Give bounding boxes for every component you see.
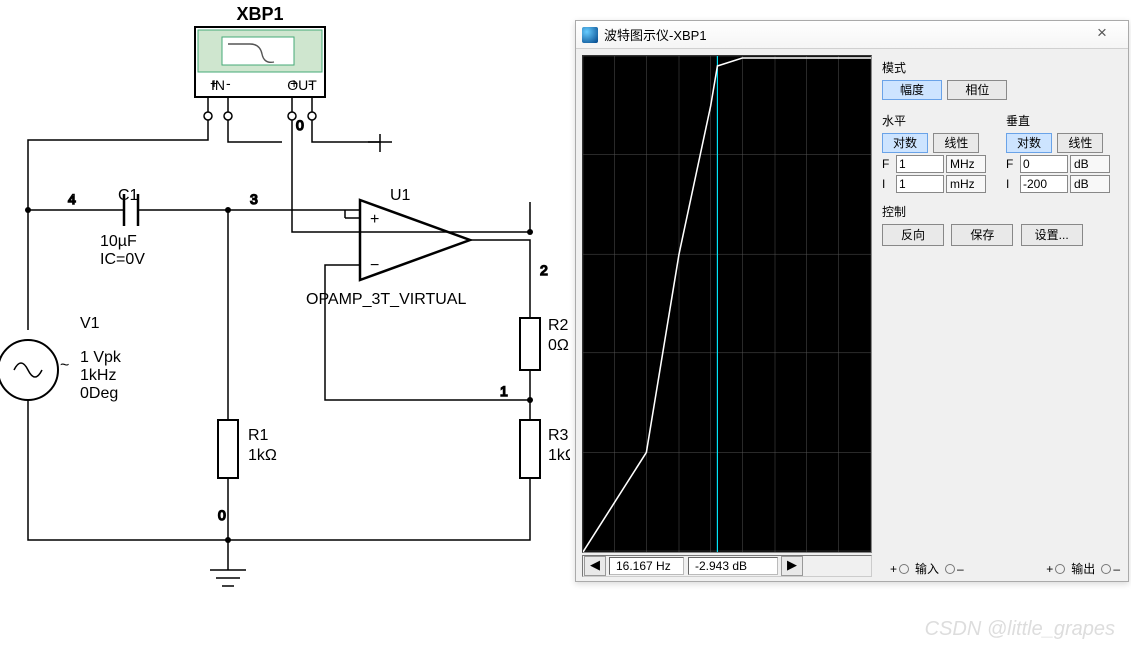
cursor-gain: -2.943 dB [688,557,778,575]
out-label: 输出 [1071,560,1095,577]
mode-magnitude-button[interactable]: 幅度 [882,80,942,100]
svg-text:3: 3 [250,191,258,207]
cursor-right-button[interactable]: ▶ [781,556,803,576]
r1-resistor[interactable]: R1 1kΩ [218,420,277,478]
in-plus-terminal[interactable] [899,564,909,574]
svg-text:0: 0 [218,507,226,523]
out-minus-terminal[interactable] [1101,564,1111,574]
bode-titlebar[interactable]: 波特图示仪-XBP1 × [576,21,1128,49]
xbp1-instrument[interactable]: XBP1 IN OUT +- +- [195,4,325,120]
r3-name: R3 [548,427,569,444]
r3-value: 1kΩ [548,447,570,464]
svg-text:~: ~ [60,357,69,374]
watermark: CSDN @little_grapes [925,618,1115,641]
bode-window: 波特图示仪-XBP1 × [575,20,1129,582]
r2-value: 0Ω [548,337,569,354]
v1-name: V1 [80,315,100,332]
v1-line1: 1 Vpk [80,349,122,366]
r2-name: R2 [548,317,569,334]
v-i-unit[interactable]: dB [1070,175,1110,193]
bode-readout: ◀ 16.167 Hz -2.943 dB ▶ [582,555,872,577]
h-f-input[interactable] [896,155,944,173]
svg-text:4: 4 [68,191,76,207]
bode-plot[interactable] [582,55,872,553]
r2-resistor[interactable]: R2 0Ω [520,317,569,370]
svg-text:+: + [210,75,218,91]
settings-button[interactable]: 设置... [1021,224,1083,246]
c1-ic: IC=0V [100,251,145,268]
in-label: 输入 [915,560,939,577]
bode-title: 波特图示仪-XBP1 [604,25,1082,44]
bode-trace [583,58,871,552]
svg-text:−: − [370,257,379,274]
v-i-input[interactable] [1020,175,1068,193]
mode-label: 模式 [882,59,1120,76]
svg-text:-: - [308,75,313,91]
c1-value: 10µF [100,233,137,250]
svg-text:+: + [290,75,298,91]
reverse-button[interactable]: 反向 [882,224,944,246]
schematic-canvas: XBP1 IN OUT +- +- 0 4 [0,0,570,620]
v-i-label: I [1006,177,1020,191]
cursor-left-button[interactable]: ◀ [584,556,606,576]
svg-text:+: + [370,211,379,228]
r3-resistor[interactable]: R3 1kΩ [520,420,570,478]
u1-model: OPAMP_3T_VIRTUAL [306,291,466,308]
v-f-input[interactable] [1020,155,1068,173]
v-f-unit[interactable]: dB [1070,155,1110,173]
v-lin-button[interactable]: 线性 [1057,133,1103,153]
h-f-unit[interactable]: MHz [946,155,986,173]
mode-phase-button[interactable]: 相位 [947,80,1007,100]
c1-capacitor[interactable]: C1 10µF IC=0V [100,187,154,268]
h-lin-button[interactable]: 线性 [933,133,979,153]
svg-text:2: 2 [540,262,548,278]
close-icon[interactable]: × [1082,23,1122,47]
in-minus-terminal[interactable] [945,564,955,574]
out-plus-terminal[interactable] [1055,564,1065,574]
svg-text:1: 1 [500,383,508,399]
horizontal-label: 水平 [882,112,996,129]
save-button[interactable]: 保存 [951,224,1013,246]
u1-name: U1 [390,187,411,204]
v-f-label: F [1006,157,1020,171]
v1-line3: 0Deg [80,385,118,402]
r1-name: R1 [248,427,269,444]
io-row: + 输入 – + 输出 – [890,560,1120,577]
u1-opamp[interactable]: + − U1 OPAMP_3T_VIRTUAL [306,187,470,308]
app-icon [582,27,598,43]
h-f-label: F [882,157,896,171]
h-i-unit[interactable]: mHz [946,175,986,193]
h-log-button[interactable]: 对数 [882,133,928,153]
v1-line2: 1kHz [80,367,116,384]
ground-symbol [210,540,246,586]
v-log-button[interactable]: 对数 [1006,133,1052,153]
r1-value: 1kΩ [248,447,277,464]
cursor-freq: 16.167 Hz [609,557,684,575]
svg-text:-: - [226,75,231,91]
vertical-label: 垂直 [1006,112,1120,129]
control-label: 控制 [882,203,1120,220]
h-i-input[interactable] [896,175,944,193]
c1-name: C1 [118,187,139,204]
xbp1-name: XBP1 [236,4,283,24]
h-i-label: I [882,177,896,191]
svg-text:0: 0 [296,117,304,133]
